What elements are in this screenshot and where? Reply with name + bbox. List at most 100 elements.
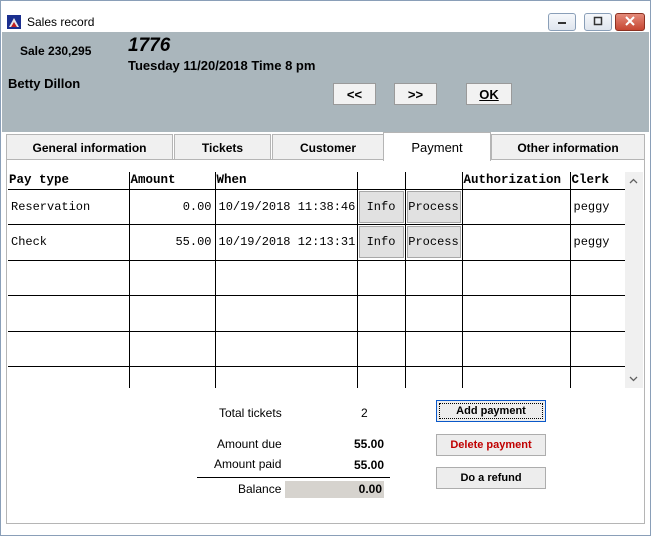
tab-tickets[interactable]: Tickets: [174, 134, 271, 160]
empty-cell[interactable]: [570, 295, 630, 332]
empty-cell[interactable]: [405, 260, 463, 297]
table-row[interactable]: Reservation 0.00 10/19/2018 11:38:46 Inf…: [8, 189, 630, 226]
amount-cell[interactable]: 55.00: [129, 224, 216, 261]
amount-cell[interactable]: 0.00: [129, 189, 216, 226]
empty-cell[interactable]: [462, 295, 571, 332]
when-cell[interactable]: 10/19/2018 12:13:31: [215, 224, 358, 261]
tab-payment[interactable]: Payment: [383, 132, 491, 161]
maximize-icon: [593, 15, 603, 29]
empty-cell[interactable]: [215, 260, 358, 297]
column-header: Pay type: [8, 172, 130, 190]
table-header-row: Pay type Amount When Authorization Clerk: [8, 172, 630, 190]
tab-label: General information: [32, 140, 147, 155]
tab-general-information[interactable]: General information: [6, 134, 173, 160]
empty-cell[interactable]: [405, 366, 463, 388]
process-cell: Process: [405, 224, 463, 261]
column-header: Amount: [129, 172, 216, 190]
balance-field: 0.00: [285, 481, 384, 498]
chevron-up-icon[interactable]: [629, 176, 638, 186]
empty-row[interactable]: [8, 295, 630, 332]
authorization-cell[interactable]: [462, 224, 571, 261]
balance-label: Balance: [238, 482, 282, 496]
pay-type-cell[interactable]: Check: [8, 224, 130, 261]
info-button[interactable]: Info: [358, 226, 404, 259]
column-header: Authorization: [462, 172, 571, 190]
amount-due-label: Amount due: [217, 437, 282, 451]
info-button[interactable]: Info: [358, 190, 404, 223]
empty-row[interactable]: [8, 331, 630, 368]
close-icon: [625, 15, 635, 29]
sale-date-time: Tuesday 11/20/2018 Time 8 pm: [128, 58, 316, 73]
empty-cell[interactable]: [357, 331, 406, 368]
tab-label: Payment: [411, 139, 463, 155]
table-row[interactable]: Check 55.00 10/19/2018 12:13:31 Info Pro…: [8, 224, 630, 261]
empty-row[interactable]: [8, 366, 630, 388]
empty-cell[interactable]: [129, 295, 216, 332]
empty-cell[interactable]: [129, 366, 216, 388]
info-cell: Info: [357, 224, 406, 261]
balance-value: 0.00: [358, 482, 382, 496]
empty-cell[interactable]: [357, 260, 406, 297]
minimize-button[interactable]: [548, 13, 576, 31]
empty-cell[interactable]: [570, 331, 630, 368]
empty-cell[interactable]: [215, 331, 358, 368]
empty-cell[interactable]: [462, 366, 571, 388]
sale-header: Sale 230,295 1776 Tuesday 11/20/2018 Tim…: [2, 32, 649, 132]
empty-cell[interactable]: [462, 331, 571, 368]
tab-other-information[interactable]: Other information: [491, 134, 645, 160]
empty-cell[interactable]: [8, 331, 130, 368]
sale-number-label: Sale 230,295: [20, 44, 92, 58]
empty-cell[interactable]: [570, 367, 630, 388]
table-vertical-scrollbar[interactable]: [625, 172, 643, 388]
column-header: Clerk: [570, 172, 630, 190]
window-title: Sales record: [27, 15, 95, 29]
customer-name: Betty Dillon: [8, 76, 81, 91]
process-button[interactable]: Process: [406, 190, 461, 223]
next-record-button[interactable]: >>: [394, 83, 437, 105]
column-header: When: [215, 172, 358, 190]
empty-row[interactable]: [8, 260, 630, 297]
amount-paid-label: Amount paid: [214, 457, 282, 471]
chevron-down-icon[interactable]: [629, 374, 638, 384]
tab-customer[interactable]: Customer: [272, 134, 384, 160]
ok-button[interactable]: OK: [466, 83, 512, 105]
authorization-cell[interactable]: [462, 189, 571, 226]
empty-cell[interactable]: [357, 366, 406, 388]
info-cell: Info: [357, 189, 406, 226]
close-button[interactable]: [615, 13, 645, 31]
clerk-cell[interactable]: peggy: [570, 189, 630, 226]
column-header: [357, 172, 406, 190]
payments-table: Pay type Amount When Authorization Clerk…: [8, 172, 630, 388]
empty-cell[interactable]: [8, 295, 130, 332]
empty-cell[interactable]: [357, 295, 406, 332]
minimize-icon: [557, 15, 567, 29]
empty-cell[interactable]: [215, 295, 358, 332]
empty-cell[interactable]: [8, 260, 130, 297]
clerk-cell[interactable]: peggy: [570, 224, 630, 261]
total-tickets-value: 2: [361, 406, 368, 420]
empty-cell[interactable]: [8, 366, 130, 388]
empty-cell[interactable]: [129, 260, 216, 297]
empty-cell[interactable]: [405, 331, 463, 368]
maximize-button[interactable]: [584, 13, 612, 31]
empty-cell[interactable]: [405, 295, 463, 332]
previous-record-button[interactable]: <<: [333, 83, 376, 105]
process-cell: Process: [405, 189, 463, 226]
total-tickets-label: Total tickets: [219, 406, 282, 420]
amount-due-value: 55.00: [353, 437, 384, 451]
when-cell[interactable]: 10/19/2018 11:38:46: [215, 189, 358, 226]
empty-cell[interactable]: [215, 366, 358, 388]
delete-payment-button[interactable]: Delete payment: [436, 434, 546, 456]
tab-label: Other information: [517, 140, 619, 155]
amount-paid-value: 55.00: [353, 458, 384, 472]
empty-cell[interactable]: [129, 331, 216, 368]
empty-cell[interactable]: [462, 260, 571, 297]
empty-cell[interactable]: [570, 260, 630, 297]
add-payment-button[interactable]: Add payment: [436, 400, 546, 422]
pay-type-cell[interactable]: Reservation: [8, 189, 130, 226]
refund-button[interactable]: Do a refund: [436, 467, 546, 489]
process-button[interactable]: Process: [406, 226, 461, 259]
tab-label: Tickets: [201, 140, 244, 155]
payment-panel: Pay type Amount When Authorization Clerk…: [6, 159, 645, 524]
title-bar[interactable]: Sales record: [1, 1, 650, 32]
